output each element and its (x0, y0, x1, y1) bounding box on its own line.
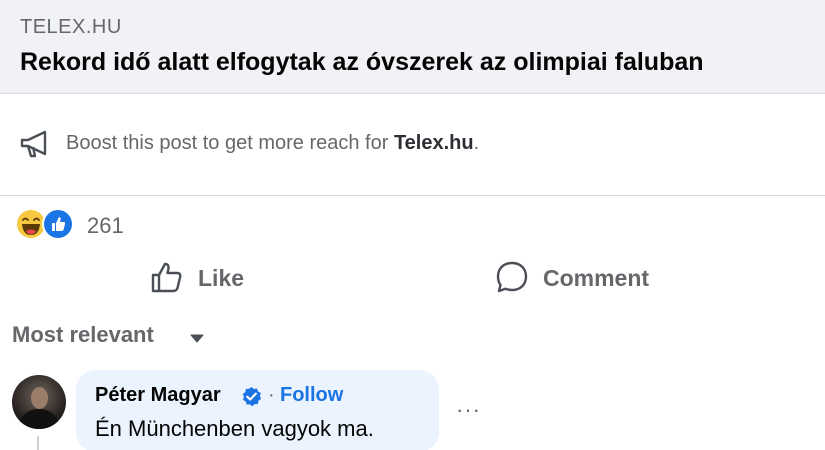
like-label: Like (198, 265, 245, 291)
link-title[interactable]: Rekord idő alatt elfogytak az óvszerek a… (20, 48, 704, 77)
megaphone-icon (20, 130, 47, 158)
comment-button[interactable]: Comment (495, 258, 675, 298)
separator-dot: · (268, 384, 275, 406)
avatar-face (31, 387, 48, 409)
link-domain: TELEX.HU (20, 16, 122, 38)
thread-line (37, 436, 39, 450)
like-reaction-icon (42, 208, 74, 240)
thumbs-up-icon (151, 262, 182, 293)
boost-text-prefix: Boost this post to get more reach for (66, 132, 394, 154)
like-button[interactable]: Like (150, 258, 260, 298)
reactions-summary[interactable]: 261 (15, 208, 215, 242)
verified-badge-icon (242, 386, 262, 407)
sort-label: Most relevant (12, 322, 154, 347)
more-options-icon[interactable]: ··· (456, 399, 486, 421)
avatar-body (18, 409, 60, 429)
comment-author[interactable]: Péter Magyar (95, 384, 221, 407)
reaction-count: 261 (87, 213, 124, 238)
comment-icon (496, 261, 528, 293)
comment-text: Én Münchenben vagyok ma. (95, 416, 374, 441)
boost-text[interactable]: Boost this post to get more reach for Te… (66, 132, 479, 155)
comment-bubble[interactable]: Péter Magyar · Follow Én Münchenben vagy… (76, 370, 439, 450)
boost-text-suffix: . (473, 132, 480, 154)
caret-down-icon (190, 334, 204, 343)
boost-page-name: Telex.hu (393, 132, 474, 154)
comments-sort-dropdown[interactable]: Most relevant (12, 322, 222, 352)
link-preview-card[interactable]: TELEX.HU Rekord idő alatt elfogytak az ó… (0, 0, 825, 94)
avatar[interactable] (12, 375, 66, 429)
comment-label: Comment (543, 265, 650, 291)
follow-button[interactable]: Follow (280, 384, 343, 407)
